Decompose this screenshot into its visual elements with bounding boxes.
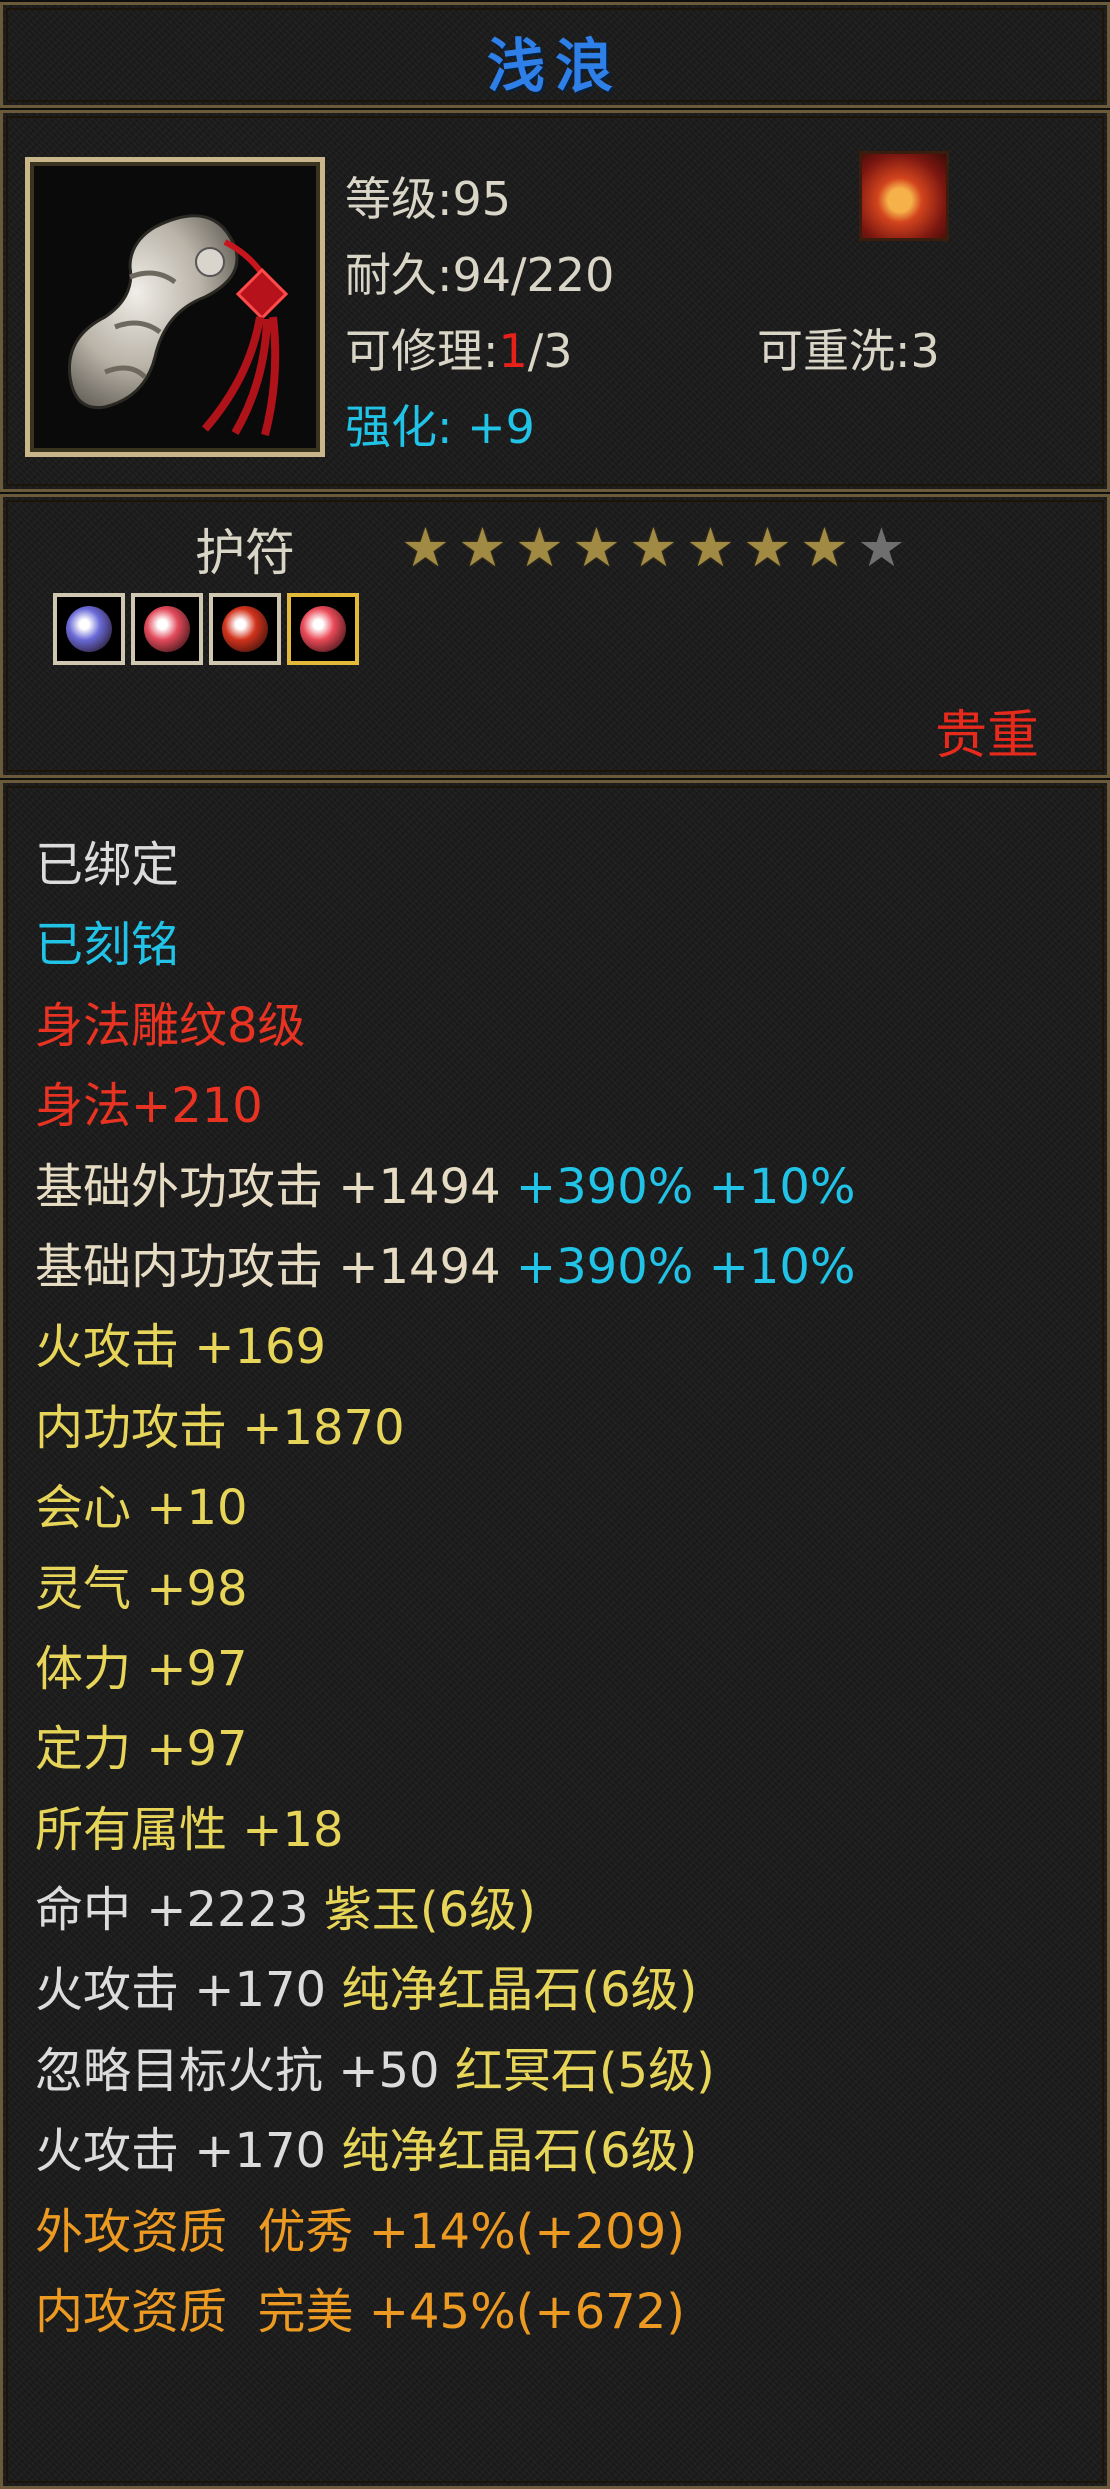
attribute-extra: 紫玉(6级) [308,1882,536,1939]
attribute-row: 已刻铭 [35,905,856,985]
star-filled-icon: ★ [458,516,507,579]
attribute-text: 火攻击 +170 [35,1962,327,2019]
amulet-panel: 护符 ★ ★ ★ ★ ★ ★ ★ ★ ★ 贵重 [0,494,1110,778]
attribute-text: 所有属性 +18 [35,1801,344,1858]
attribute-row: 内攻资质 完美 +45%(+672) [35,2272,856,2352]
red-crystal-icon[interactable] [209,593,281,665]
enhance-stat: 强化: +9 [345,400,535,454]
attribute-row: 外攻资质 优秀 +14%(+209) [35,2192,856,2272]
attribute-text: 会心 +10 [35,1480,248,1537]
attribute-list: 已绑定已刻铭身法雕纹8级 身法+210 基础外功攻击 +1494 +390% +10… [35,825,856,2352]
attribute-text: 身法雕纹8级 [35,997,306,1054]
attribute-row: 会心 +10 [35,1468,856,1548]
attribute-text: 忽略目标火抗 +50 [35,2042,440,2099]
repair-total: /3 [527,324,573,378]
gem-core [300,606,346,652]
red-gem-icon[interactable] [131,593,203,665]
attribute-text: 命中 +2223 [35,1882,309,1939]
gem-core [144,606,190,652]
attribute-text: 火攻击 +169 [35,1319,327,1376]
attribute-row: 体力 +97 [35,1629,856,1709]
attribute-row: 火攻击 +170 纯净红晶石(6级) [35,2111,856,2191]
attribute-panel: 已绑定已刻铭身法雕纹8级 身法+210 基础外功攻击 +1494 +390% +10… [0,780,1110,2489]
attribute-row: 火攻击 +169 [35,1307,856,1387]
attribute-text: 内功攻击 +1870 [35,1399,405,1456]
gem-core [66,606,112,652]
star-filled-icon: ★ [515,516,564,579]
level-stat: 等级:95 [345,172,512,226]
attribute-row: 定力 +97 [35,1709,856,1789]
attribute-extra: 纯净红晶石(6级) [326,2123,698,2180]
attribute-row: 基础外功攻击 +1494 +390% +10% [35,1147,856,1227]
attribute-row: 基础内功攻击 +1494 +390% +10% [35,1227,856,1307]
item-type-label: 护符 [195,524,295,582]
attribute-text: 灵气 +98 [35,1560,248,1617]
attribute-extra: 红冥石(5级) [439,2042,715,2099]
gem-core [222,606,268,652]
item-icon-frame[interactable] [25,157,325,457]
item-info-panel: 等级:95 耐久:94/220 可修理:1/3 可重洗:3 强化: +9 [0,110,1110,492]
attribute-row: 身法+210 [35,1066,856,1146]
durability-stat: 耐久:94/220 [345,248,615,302]
attribute-text: 基础内功攻击 +1494 [35,1238,501,1295]
attribute-text: 火攻击 +170 [35,2123,327,2180]
attribute-row: 所有属性 +18 [35,1790,856,1870]
attribute-extra: +390% +10% [500,1238,856,1295]
star-filled-icon: ★ [686,516,735,579]
gem-slots [53,593,359,665]
repair-label: 可修理: [345,324,499,378]
repair-stat: 可修理:1/3 [345,315,573,381]
attribute-text: 体力 +97 [35,1640,248,1697]
red-gem-icon[interactable] [287,593,359,665]
title-bar: 浅浪 [0,2,1110,108]
attribute-row: 忽略目标火抗 +50 红冥石(5级) [35,2031,856,2111]
attribute-text: 已刻铭 [35,917,180,974]
precious-label: 贵重 [934,706,1039,766]
attribute-text: 内攻资质 完美 +45%(+672) [35,2284,685,2341]
attribute-text: 身法+210 [35,1078,263,1135]
blue-gem-icon[interactable] [53,593,125,665]
attribute-extra: 纯净红晶石(6级) [326,1962,698,2019]
jade-pendant-icon [67,214,289,437]
attribute-text: 外攻资质 优秀 +14%(+209) [35,2203,685,2260]
attribute-row: 已绑定 [35,825,856,905]
attribute-row: 内功攻击 +1870 [35,1388,856,1468]
star-filled-icon: ★ [401,516,450,579]
star-filled-icon: ★ [800,516,849,579]
rewash-stat: 可重洗:3 [757,324,940,378]
attribute-row: 身法雕纹8级 [35,986,856,1066]
attribute-text: 基础外功攻击 +1494 [35,1158,501,1215]
star-filled-icon: ★ [629,516,678,579]
item-name: 浅浪 [486,32,623,100]
attribute-row: 火攻击 +170 纯净红晶石(6级) [35,1950,856,2030]
star-filled-icon: ★ [743,516,792,579]
attribute-extra: +390% +10% [500,1158,856,1215]
attribute-text: 已绑定 [35,837,180,893]
star-filled-icon: ★ [572,516,621,579]
attribute-text: 定力 +97 [35,1721,248,1778]
star-empty-icon: ★ [857,516,906,579]
flame-rune-icon[interactable] [859,151,949,241]
attribute-row: 命中 +2223 紫玉(6级) [35,1870,856,1950]
star-rating: ★ ★ ★ ★ ★ ★ ★ ★ ★ [397,519,910,576]
attribute-row: 灵气 +98 [35,1549,856,1629]
repair-used: 1 [498,324,528,378]
